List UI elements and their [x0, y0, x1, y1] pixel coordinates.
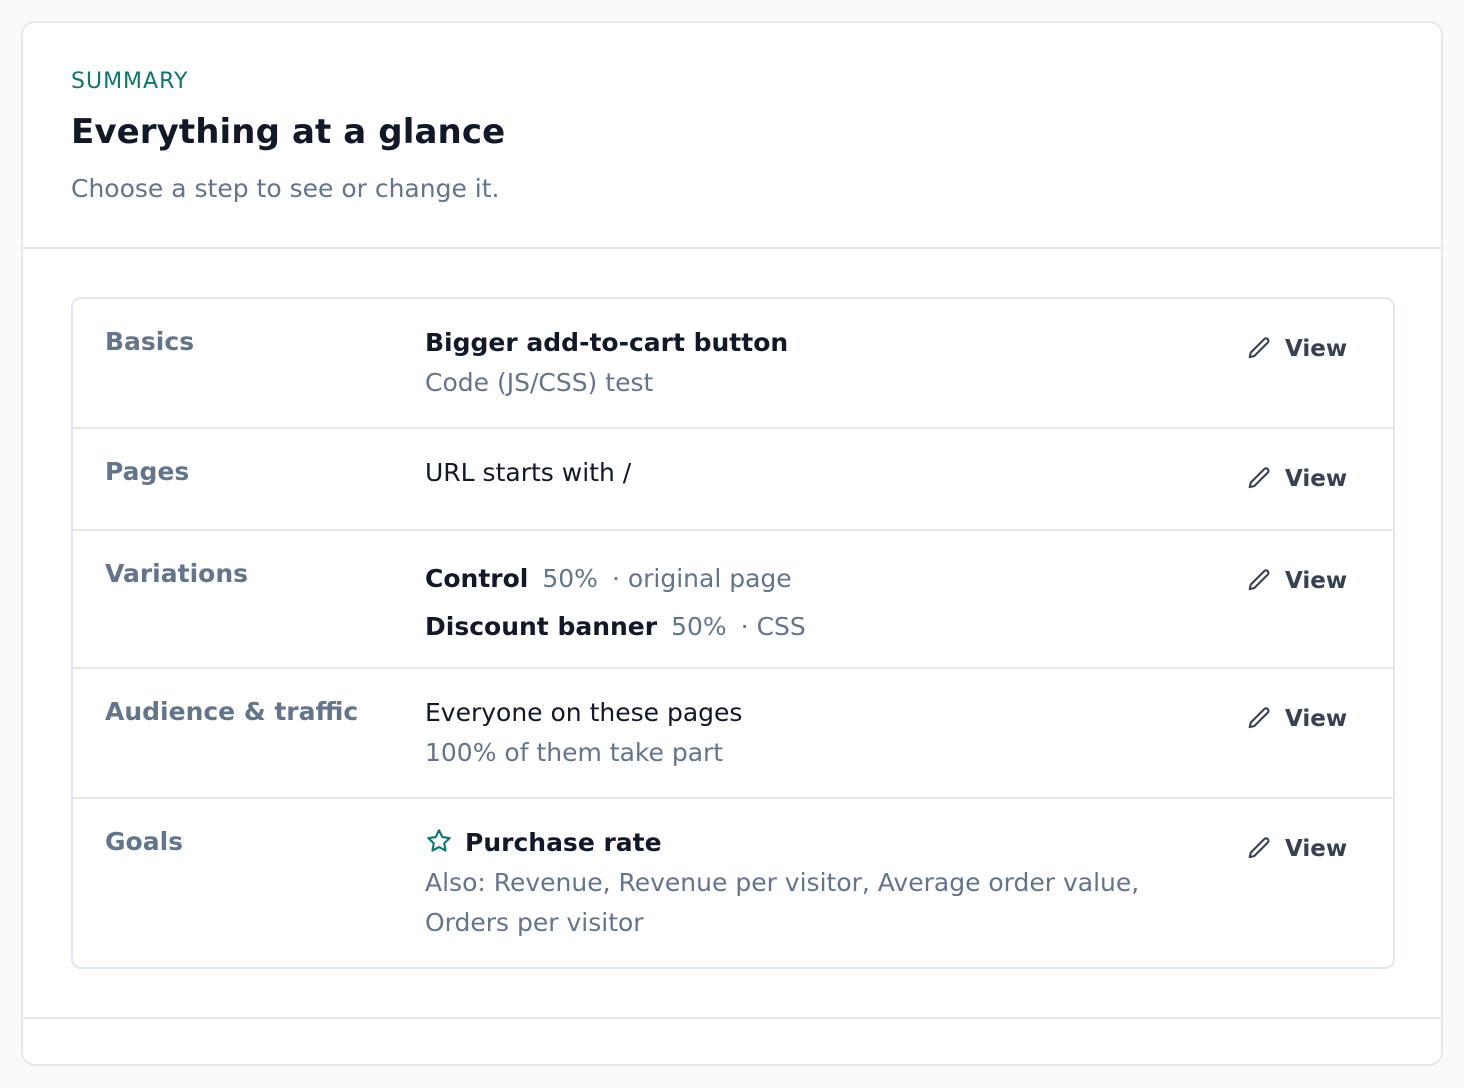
variation-detail: · CSS: [740, 612, 806, 641]
pencil-icon: [1248, 707, 1270, 729]
audience-description: Everyone on these pages: [425, 698, 743, 727]
summary-row-basics: Basics Bigger add-to-cart button Code (J…: [73, 299, 1393, 429]
view-label: View: [1285, 466, 1348, 492]
row-label: Pages: [105, 457, 190, 486]
row-label: Variations: [105, 559, 248, 588]
primary-goal: Purchase rate: [425, 823, 1139, 863]
row-value: Control 50% · original page Discount banne…: [425, 555, 806, 651]
variation-item: Control 50% · original page: [425, 555, 806, 603]
summary-row-pages: Pages URL starts with / View: [73, 429, 1393, 531]
row-value: Everyone on these pages 100% of them tak…: [425, 693, 742, 773]
variation-name: Control: [425, 564, 529, 593]
star-icon: [425, 828, 465, 857]
summary-card: SUMMARY Everything at a glance Choose a …: [21, 21, 1443, 1066]
pencil-icon: [1248, 569, 1270, 591]
row-value: URL starts with /: [425, 453, 631, 493]
secondary-goals-line-2: Orders per visitor: [425, 908, 644, 937]
footer-divider: [23, 1017, 1441, 1019]
summary-row-goals: Goals Purchase rate Also: Revenue, Reven…: [73, 799, 1393, 967]
pencil-icon: [1248, 337, 1270, 359]
row-label: Basics: [105, 327, 195, 356]
view-pages-button[interactable]: View: [1245, 465, 1347, 493]
variation-item: Discount banner 50% · CSS: [425, 603, 806, 651]
view-label: View: [1285, 336, 1348, 362]
view-variations-button[interactable]: View: [1245, 567, 1347, 595]
test-name: Bigger add-to-cart button: [425, 328, 789, 357]
test-type: Code (JS/CSS) test: [425, 368, 654, 397]
view-label: View: [1285, 568, 1348, 594]
variation-detail: · original page: [611, 564, 792, 593]
variation-name: Discount banner: [425, 612, 658, 641]
row-value: Bigger add-to-cart button Code (JS/CSS) …: [425, 323, 788, 403]
variation-share: 50%: [671, 612, 727, 641]
row-label: Audience & traffic: [105, 697, 359, 726]
summary-row-variations: Variations Control 50% · original page Dis…: [73, 531, 1393, 669]
view-label: View: [1285, 706, 1348, 732]
view-goals-button[interactable]: View: [1245, 835, 1347, 863]
view-label: View: [1285, 836, 1348, 862]
view-audience-button[interactable]: View: [1245, 705, 1347, 733]
summary-header: SUMMARY Everything at a glance Choose a …: [23, 23, 1441, 249]
row-value: Purchase rate Also: Revenue, Revenue per…: [425, 823, 1139, 943]
page-subtitle: Choose a step to see or change it.: [71, 174, 500, 203]
eyebrow-label: SUMMARY: [71, 69, 189, 94]
summary-list: Basics Bigger add-to-cart button Code (J…: [71, 297, 1395, 969]
page-title: Everything at a glance: [71, 112, 506, 152]
pencil-icon: [1248, 467, 1270, 489]
variation-share: 50%: [542, 564, 598, 593]
pencil-icon: [1248, 837, 1270, 859]
summary-row-audience: Audience & traffic Everyone on these pag…: [73, 669, 1393, 799]
row-label: Goals: [105, 827, 184, 856]
page-targeting: URL starts with /: [425, 458, 632, 487]
secondary-goals-line-1: Also: Revenue, Revenue per visitor, Aver…: [425, 868, 1140, 897]
primary-goal-label: Purchase rate: [465, 828, 662, 857]
view-basics-button[interactable]: View: [1245, 335, 1347, 363]
traffic-allocation: 100% of them take part: [425, 738, 724, 767]
